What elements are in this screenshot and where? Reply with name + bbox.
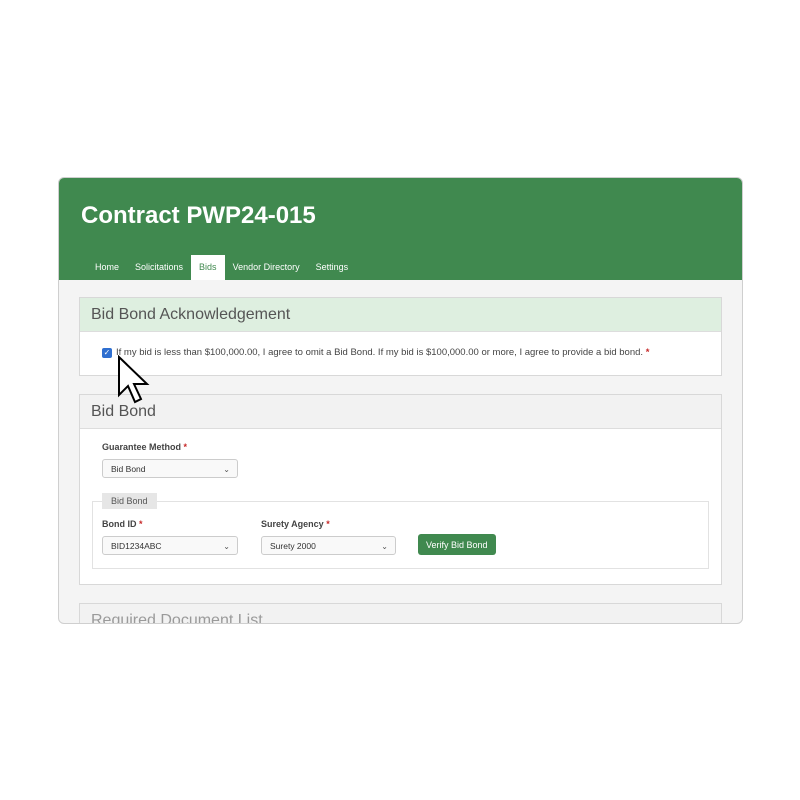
required-mark: * — [326, 519, 330, 529]
chevron-down-icon: ⌄ — [223, 542, 230, 551]
nav-tabs: Home Solicitations Bids Vendor Directory… — [87, 255, 356, 280]
guarantee-method-label: Guarantee Method * — [102, 442, 187, 452]
tab-bids[interactable]: Bids — [191, 255, 225, 280]
bid-bond-body: Guarantee Method * Bid Bond ⌄ Bid Bond B… — [80, 429, 721, 584]
app-window: Contract PWP24-015 Home Solicitations Bi… — [58, 177, 743, 624]
bid-bond-heading: Bid Bond — [80, 395, 721, 429]
required-documents-heading: Required Document List — [80, 604, 721, 623]
acknowledgement-panel: Bid Bond Acknowledgement ✓ If my bid is … — [79, 297, 722, 376]
required-documents-panel: Required Document List — [79, 603, 722, 623]
bid-bond-legend: Bid Bond — [102, 493, 157, 509]
main-content: Bid Bond Acknowledgement ✓ If my bid is … — [79, 297, 722, 623]
acknowledgement-text: If my bid is less than $100,000.00, I ag… — [116, 347, 644, 358]
bond-id-select[interactable]: BID1234ABC ⌄ — [102, 536, 238, 555]
bond-id-label: Bond ID * — [102, 519, 143, 529]
required-mark: * — [183, 442, 188, 452]
required-mark: * — [645, 347, 650, 358]
acknowledgement-checkbox[interactable]: ✓ — [102, 348, 112, 358]
bond-id-label-text: Bond ID — [102, 519, 137, 529]
guarantee-method-value: Bid Bond — [111, 464, 146, 474]
verify-bid-bond-button[interactable]: Verify Bid Bond — [418, 534, 496, 555]
surety-agency-select[interactable]: Surety 2000 ⌄ — [261, 536, 396, 555]
page-header: Contract PWP24-015 Home Solicitations Bi… — [59, 178, 742, 280]
bond-id-value: BID1234ABC — [111, 541, 162, 551]
tab-home[interactable]: Home — [87, 255, 127, 280]
required-mark: * — [139, 519, 143, 529]
guarantee-method-select[interactable]: Bid Bond ⌄ — [102, 459, 238, 478]
surety-agency-label-text: Surety Agency — [261, 519, 324, 529]
surety-agency-value: Surety 2000 — [270, 541, 316, 551]
tab-solicitations[interactable]: Solicitations — [127, 255, 191, 280]
mouse-cursor-icon — [118, 355, 150, 404]
guarantee-method-label-text: Guarantee Method — [102, 442, 182, 452]
bid-bond-fieldset — [92, 501, 709, 569]
chevron-down-icon: ⌄ — [223, 465, 230, 474]
chevron-down-icon: ⌄ — [381, 542, 388, 551]
tab-settings[interactable]: Settings — [308, 255, 357, 280]
tab-vendor-directory[interactable]: Vendor Directory — [225, 255, 308, 280]
check-icon: ✓ — [103, 348, 111, 357]
acknowledgement-heading: Bid Bond Acknowledgement — [80, 298, 721, 332]
acknowledgement-row: ✓ If my bid is less than $100,000.00, I … — [80, 332, 721, 375]
acknowledgement-label: If my bid is less than $100,000.00, I ag… — [116, 347, 649, 358]
bid-bond-panel: Bid Bond Guarantee Method * Bid Bond ⌄ B… — [79, 394, 722, 585]
page-title: Contract PWP24-015 — [81, 202, 316, 229]
surety-agency-label: Surety Agency * — [261, 519, 330, 529]
